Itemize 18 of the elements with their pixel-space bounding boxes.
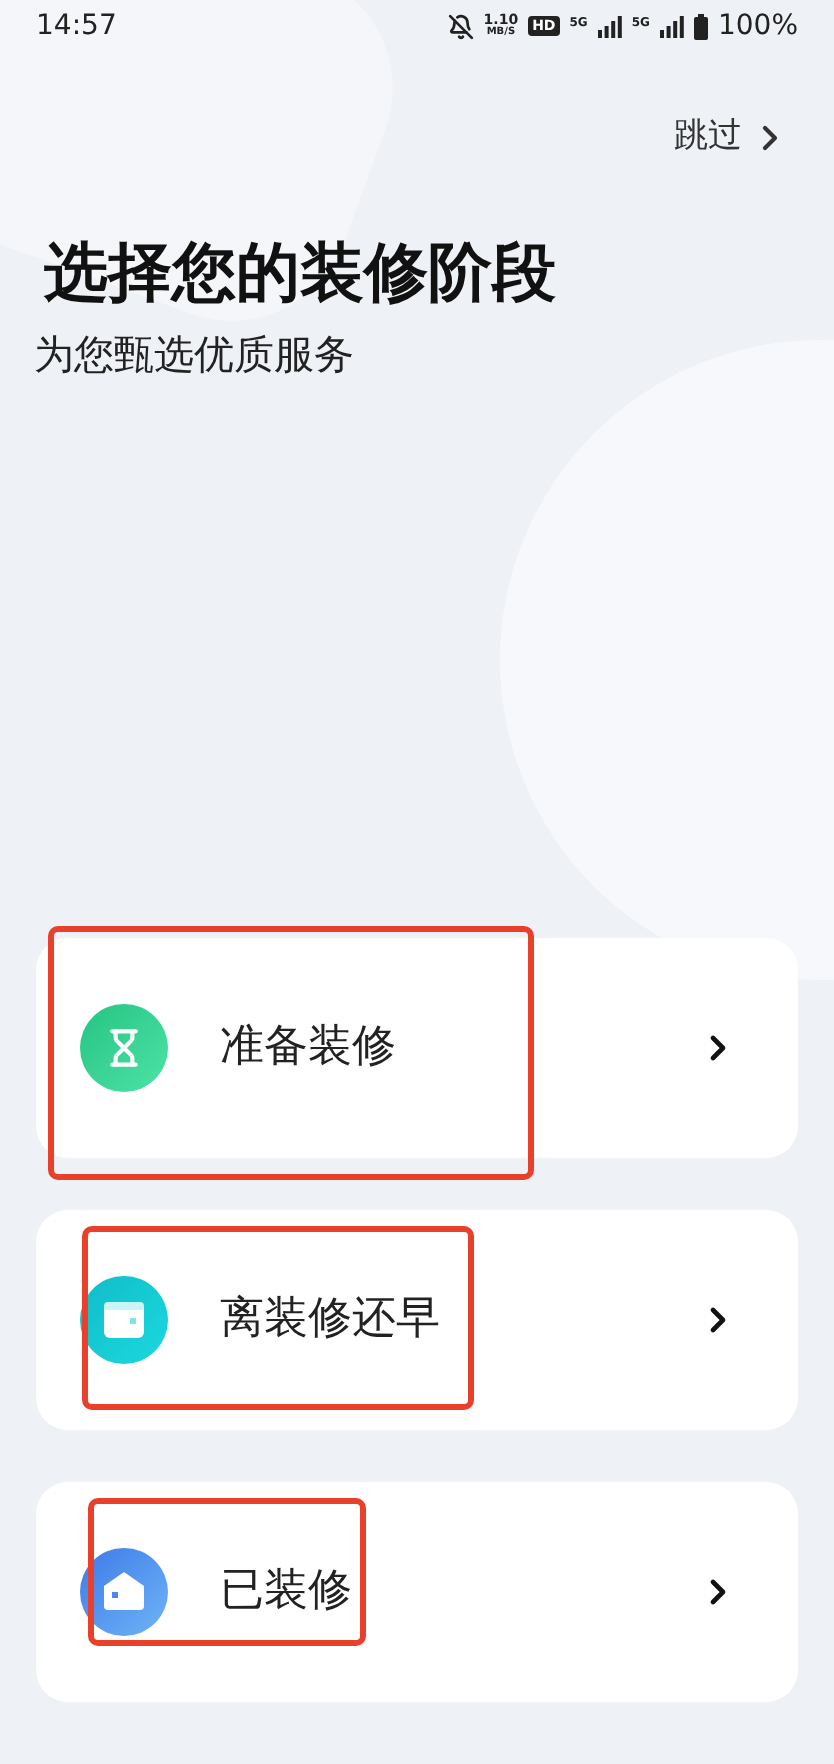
page-subtitle: 为您甄选优质服务 (34, 327, 356, 381)
option-label: 离装修还早 (220, 1292, 442, 1348)
stage-option[interactable]: 离装修还早 (36, 1209, 798, 1429)
signal-icon (597, 15, 622, 37)
muted-bell-icon (447, 13, 474, 39)
status-time: 14:57 (36, 7, 117, 45)
house-icon (80, 1547, 168, 1635)
battery-level: 100% (717, 7, 798, 45)
skip-button[interactable]: 跳过 (674, 112, 790, 163)
signal-icon (659, 15, 684, 37)
option-label: 准备装修 (220, 1020, 398, 1076)
battery-icon (693, 13, 708, 39)
hourglass-icon (80, 1003, 168, 1091)
stage-option[interactable]: 已装修 (36, 1481, 798, 1701)
card-icon (80, 1275, 168, 1363)
stage-option[interactable]: 准备装修 (36, 937, 798, 1157)
page-title: 选择您的装修阶段 (44, 231, 558, 311)
option-label: 已装修 (220, 1564, 354, 1620)
